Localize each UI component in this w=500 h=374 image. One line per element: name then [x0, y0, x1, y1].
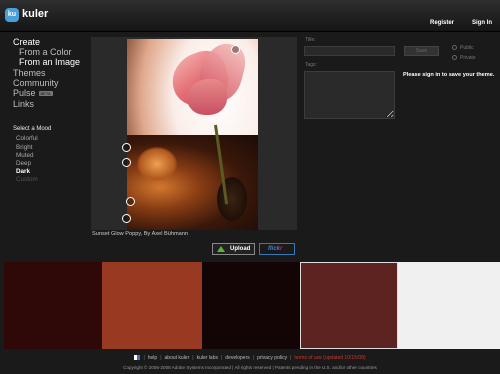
nav-community[interactable]: Community	[13, 78, 59, 88]
mood-deep[interactable]: Deep	[16, 160, 31, 167]
nav-themes[interactable]: Themes	[13, 68, 46, 78]
footer-labs[interactable]: kuler labs	[197, 355, 218, 361]
nav-from-image[interactable]: From an Image	[19, 57, 80, 67]
signin-message: Please sign in to save your theme.	[403, 72, 495, 78]
tags-label: Tags:	[305, 62, 317, 68]
save-button[interactable]: Save	[404, 46, 439, 56]
flower-petal	[187, 79, 227, 115]
footer-developers[interactable]: developers	[225, 355, 249, 361]
mood-colorful[interactable]: Colorful	[16, 135, 38, 142]
radio-icon	[452, 55, 457, 61]
footer-links: | help | about kuler | kuler labs | developers |…	[0, 355, 500, 361]
title-input[interactable]	[304, 46, 395, 56]
swatch-4[interactable]	[300, 262, 398, 349]
color-picker-handle[interactable]	[122, 143, 131, 152]
mood-muted[interactable]: Muted	[16, 152, 34, 159]
copyright: Copyright © 2006-2008 Adobe Systems Inco…	[123, 365, 377, 370]
footer-help[interactable]: help	[148, 355, 157, 361]
bokeh-light	[137, 147, 177, 181]
image-credit: Sunset Glow Poppy, By Axel Bühmann	[92, 231, 188, 237]
mood-dark[interactable]: Dark	[16, 168, 30, 175]
color-picker-handle[interactable]	[231, 45, 240, 54]
swatch-3[interactable]	[202, 262, 300, 349]
beta-badge: BETA	[38, 91, 53, 97]
footer-about[interactable]: about kuler	[165, 355, 190, 361]
private-radio[interactable]: Private	[452, 55, 476, 61]
color-picker-handle[interactable]	[122, 214, 131, 223]
tags-input[interactable]	[304, 71, 395, 119]
top-bar: ku kuler Register Sign In	[0, 0, 500, 32]
radio-icon	[452, 45, 457, 51]
nav-links[interactable]: Links	[13, 99, 34, 109]
theme-swatches	[4, 262, 500, 349]
nav-create[interactable]: Create	[13, 37, 40, 47]
upload-label: Upload	[230, 246, 251, 252]
footer-terms[interactable]: terms of use (updated 10/15/08)	[294, 355, 365, 361]
signin-link[interactable]: Sign In	[472, 20, 492, 26]
upload-arrow-icon	[217, 246, 225, 252]
kuler-logo-icon[interactable]: ku	[5, 8, 19, 22]
nav-pulse-label: Pulse	[13, 88, 36, 98]
register-link[interactable]: Register	[430, 20, 454, 26]
swatch-5[interactable]	[398, 262, 500, 349]
public-radio[interactable]: Public	[452, 45, 474, 51]
footer-privacy[interactable]: privacy policy	[257, 355, 287, 361]
mood-custom[interactable]: Custom	[16, 176, 38, 183]
feedback-icon[interactable]	[134, 355, 141, 361]
nav-from-color[interactable]: From a Color	[19, 47, 72, 57]
app-name[interactable]: kuler	[22, 8, 48, 20]
source-photo	[127, 39, 258, 230]
flickr-logo: flickr	[268, 246, 283, 252]
color-picker-handle[interactable]	[126, 197, 135, 206]
public-label: Public	[460, 45, 474, 51]
swatch-2[interactable]	[102, 262, 202, 349]
swatch-1[interactable]	[4, 262, 102, 349]
color-picker-handle[interactable]	[122, 158, 131, 167]
upload-button[interactable]: Upload	[212, 243, 255, 255]
mood-heading: Select a Mood	[13, 126, 52, 132]
title-label: Title:	[305, 37, 316, 43]
flickr-button[interactable]: flickr	[259, 243, 295, 255]
private-label: Private	[460, 55, 476, 61]
mood-bright[interactable]: Bright	[16, 144, 32, 151]
nav-pulse[interactable]: Pulse BETA	[13, 88, 53, 98]
